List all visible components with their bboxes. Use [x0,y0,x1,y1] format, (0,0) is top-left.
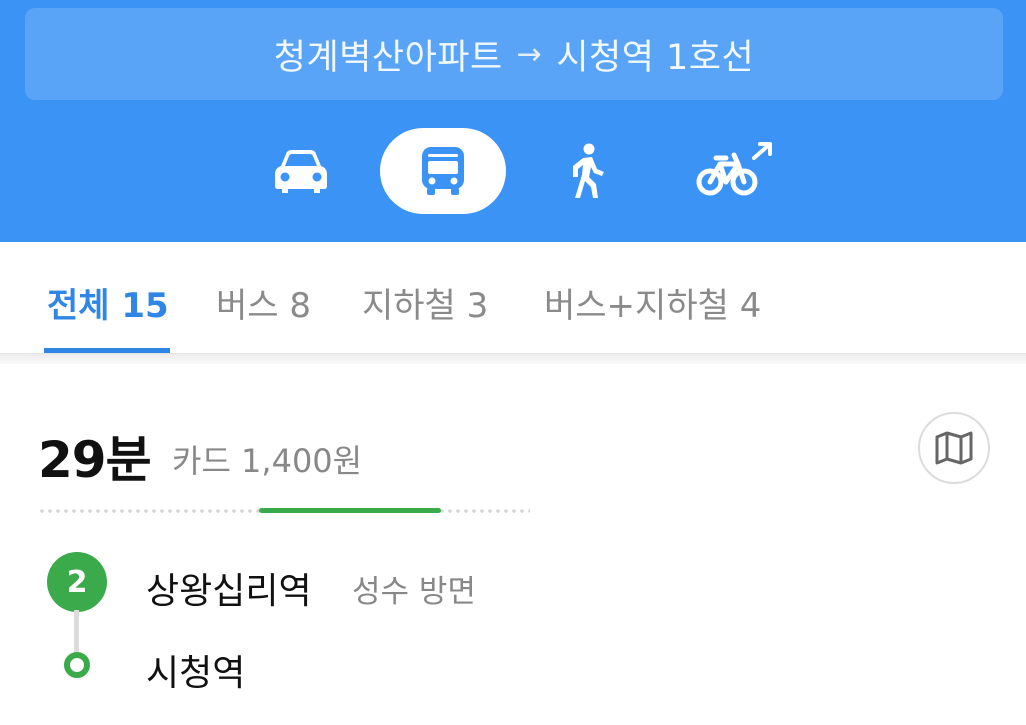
start-station: 상왕십리역 [146,571,312,612]
map-icon [935,431,973,465]
tab-all[interactable]: 전체 15 [47,278,169,327]
route-header: 청계벽산아파트 → 시청역 1호선 [0,0,1026,242]
route-result-card[interactable]: 29분 카드 1,400원 2 상왕십리역 성수 방면 시청역 [0,364,1026,725]
destination-dot [64,652,90,678]
route-summary[interactable]: 청계벽산아파트 → 시청역 1호선 [25,8,1003,100]
divider [0,354,1026,364]
walk-icon [573,143,604,198]
destination-label: 시청역 1호선 [556,37,755,78]
tab-bus-subway[interactable]: 버스+지하철 4 [544,278,761,327]
mode-walk-button[interactable] [550,128,622,214]
tab-subway[interactable]: 지하철 3 [362,278,488,327]
bus-icon [422,147,464,195]
end-station: 시청역 [146,653,246,694]
route-type-tabs: 전체 15 버스 8 지하철 3 버스+지하철 4 [0,242,1026,354]
origin-label: 청계벽산아파트 [273,37,503,78]
fare-label: 카드 1,400원 [172,442,363,480]
route-progress-bar [38,508,530,514]
travel-time: 29분 [38,431,152,489]
bike-external-icon [696,142,772,196]
tab-bus[interactable]: 버스 8 [216,278,311,327]
mode-bus-button[interactable] [380,128,506,214]
subway-segment [259,508,441,513]
car-icon [275,150,327,193]
direction-label: 성수 방면 [352,574,476,610]
arrow-icon: → [516,36,543,72]
transport-mode-selector [0,128,1026,214]
mode-bike-button[interactable] [690,128,782,214]
map-view-button[interactable] [918,412,990,484]
mode-car-button[interactable] [262,128,340,214]
subway-line-badge: 2 [47,552,107,612]
active-tab-indicator [44,348,170,353]
